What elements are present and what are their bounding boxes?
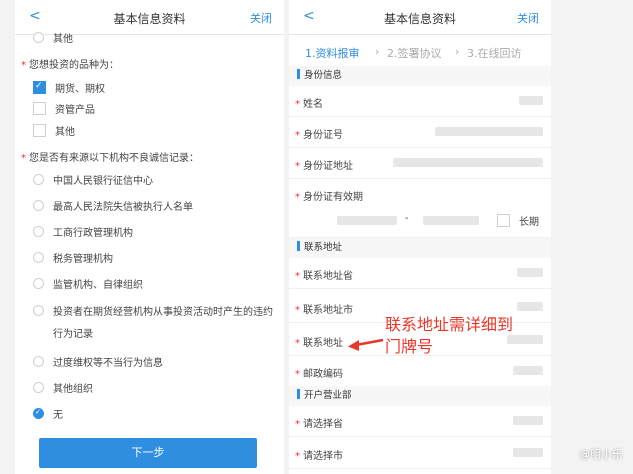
left-panel: < 基本信息资料 关闭 其他 *您想投资的品种为： 期货、期权 资管产品 其他 … (15, 0, 284, 474)
option-other-cutoff[interactable]: 其他 (33, 30, 73, 45)
radio-court-dishonest[interactable]: 最高人民法院失信被执行人名单 (33, 198, 193, 213)
page-title: 基本信息资料 (383, 12, 456, 26)
radio-other-org[interactable]: 其他组织 (33, 380, 93, 395)
radio-tax-authority[interactable]: 税务管理机构 (33, 250, 113, 265)
page-title: 基本信息资料 (113, 12, 186, 26)
radio-none[interactable]: 无 (33, 406, 63, 421)
radio-icon (33, 278, 44, 289)
checkbox-icon (33, 124, 46, 137)
redacted-value (517, 302, 543, 311)
chevron-right-icon: › (455, 45, 460, 58)
field-name[interactable]: * 姓名 (289, 86, 551, 117)
question-credit-record: * 您是否有来源以下机构不良诚信记录： (21, 153, 199, 164)
redacted-value (517, 268, 543, 277)
field-select-city[interactable]: * 请选择市 (289, 438, 551, 469)
redacted-value (513, 366, 543, 375)
radio-icon (33, 252, 44, 263)
section-branch: 开户营业部 (289, 386, 551, 406)
radio-futures-violation[interactable]: 投资者在期货经营机构从事投资活动时产生的违约 行为记录 (33, 302, 278, 346)
long-term-checkbox[interactable]: 长期 (497, 213, 539, 228)
redacted-end-date[interactable] (423, 216, 479, 225)
radio-pboc-credit[interactable]: 中国人民银行征信中心 (33, 172, 153, 187)
chevron-right-icon: › (375, 45, 380, 58)
field-id-address[interactable]: * 身份证地址 (289, 148, 551, 179)
redacted-value (513, 448, 543, 457)
field-id-number[interactable]: * 身份证号 (289, 117, 551, 148)
right-panel: < 基本信息资料 关闭 1.资料报审 › 2.签署协议 › 3.在线回访 身份信… (289, 0, 551, 474)
redacted-value (519, 96, 543, 105)
right-header: < 基本信息资料 关闭 (289, 0, 551, 35)
checkbox-asset-products[interactable]: 资管产品 (33, 101, 95, 116)
redacted-start-date[interactable] (337, 216, 397, 225)
radio-icon (33, 200, 44, 211)
redacted-value (513, 416, 543, 425)
radio-icon (33, 382, 44, 393)
redacted-value (393, 158, 543, 167)
step-3: 3.在线回访 (467, 47, 522, 60)
checkbox-icon (33, 102, 46, 115)
radio-icon (33, 32, 44, 43)
radio-icon (33, 305, 44, 316)
step-1: 1.资料报审 (305, 47, 360, 60)
checkbox-other[interactable]: 其他 (33, 123, 75, 138)
field-select-province[interactable]: * 请选择省 (289, 406, 551, 437)
radio-excessive-rights[interactable]: 过度维权等不当行为信息 (33, 354, 163, 369)
next-button[interactable]: 下一步 (39, 438, 257, 468)
field-id-validity: * 身份证有效期 - 长期 (289, 179, 551, 238)
step-progress: 1.资料报审 › 2.签署协议 › 3.在线回访 (289, 35, 551, 68)
field-contact-province[interactable]: * 联系地址省 (289, 258, 551, 289)
radio-checked-icon (33, 408, 44, 419)
step-2: 2.签署协议 (387, 47, 442, 60)
checkbox-icon (497, 214, 510, 227)
question-invest-type: * 您想投资的品种为： (21, 60, 119, 71)
radio-regulator[interactable]: 监管机构、自律组织 (33, 276, 143, 291)
radio-icon (33, 174, 44, 185)
checkbox-futures-options[interactable]: 期货、期权 (33, 80, 105, 95)
close-button[interactable]: 关闭 (250, 10, 272, 26)
section-identity: 身份信息 (289, 66, 551, 86)
close-button[interactable]: 关闭 (517, 10, 539, 26)
red-arrow-icon (348, 338, 384, 351)
radio-icon (33, 356, 44, 367)
radio-icon (33, 226, 44, 237)
checkbox-checked-icon (33, 81, 46, 94)
field-postcode[interactable]: * 邮政编码 (289, 356, 551, 387)
annotation-callout: 联系地址需详细到 门牌号 (385, 315, 514, 356)
watermark: @明小乐 (579, 448, 623, 461)
section-contact: 联系地址 (289, 238, 551, 258)
radio-industry-commerce[interactable]: 工商行政管理机构 (33, 224, 133, 239)
redacted-value (435, 127, 543, 136)
